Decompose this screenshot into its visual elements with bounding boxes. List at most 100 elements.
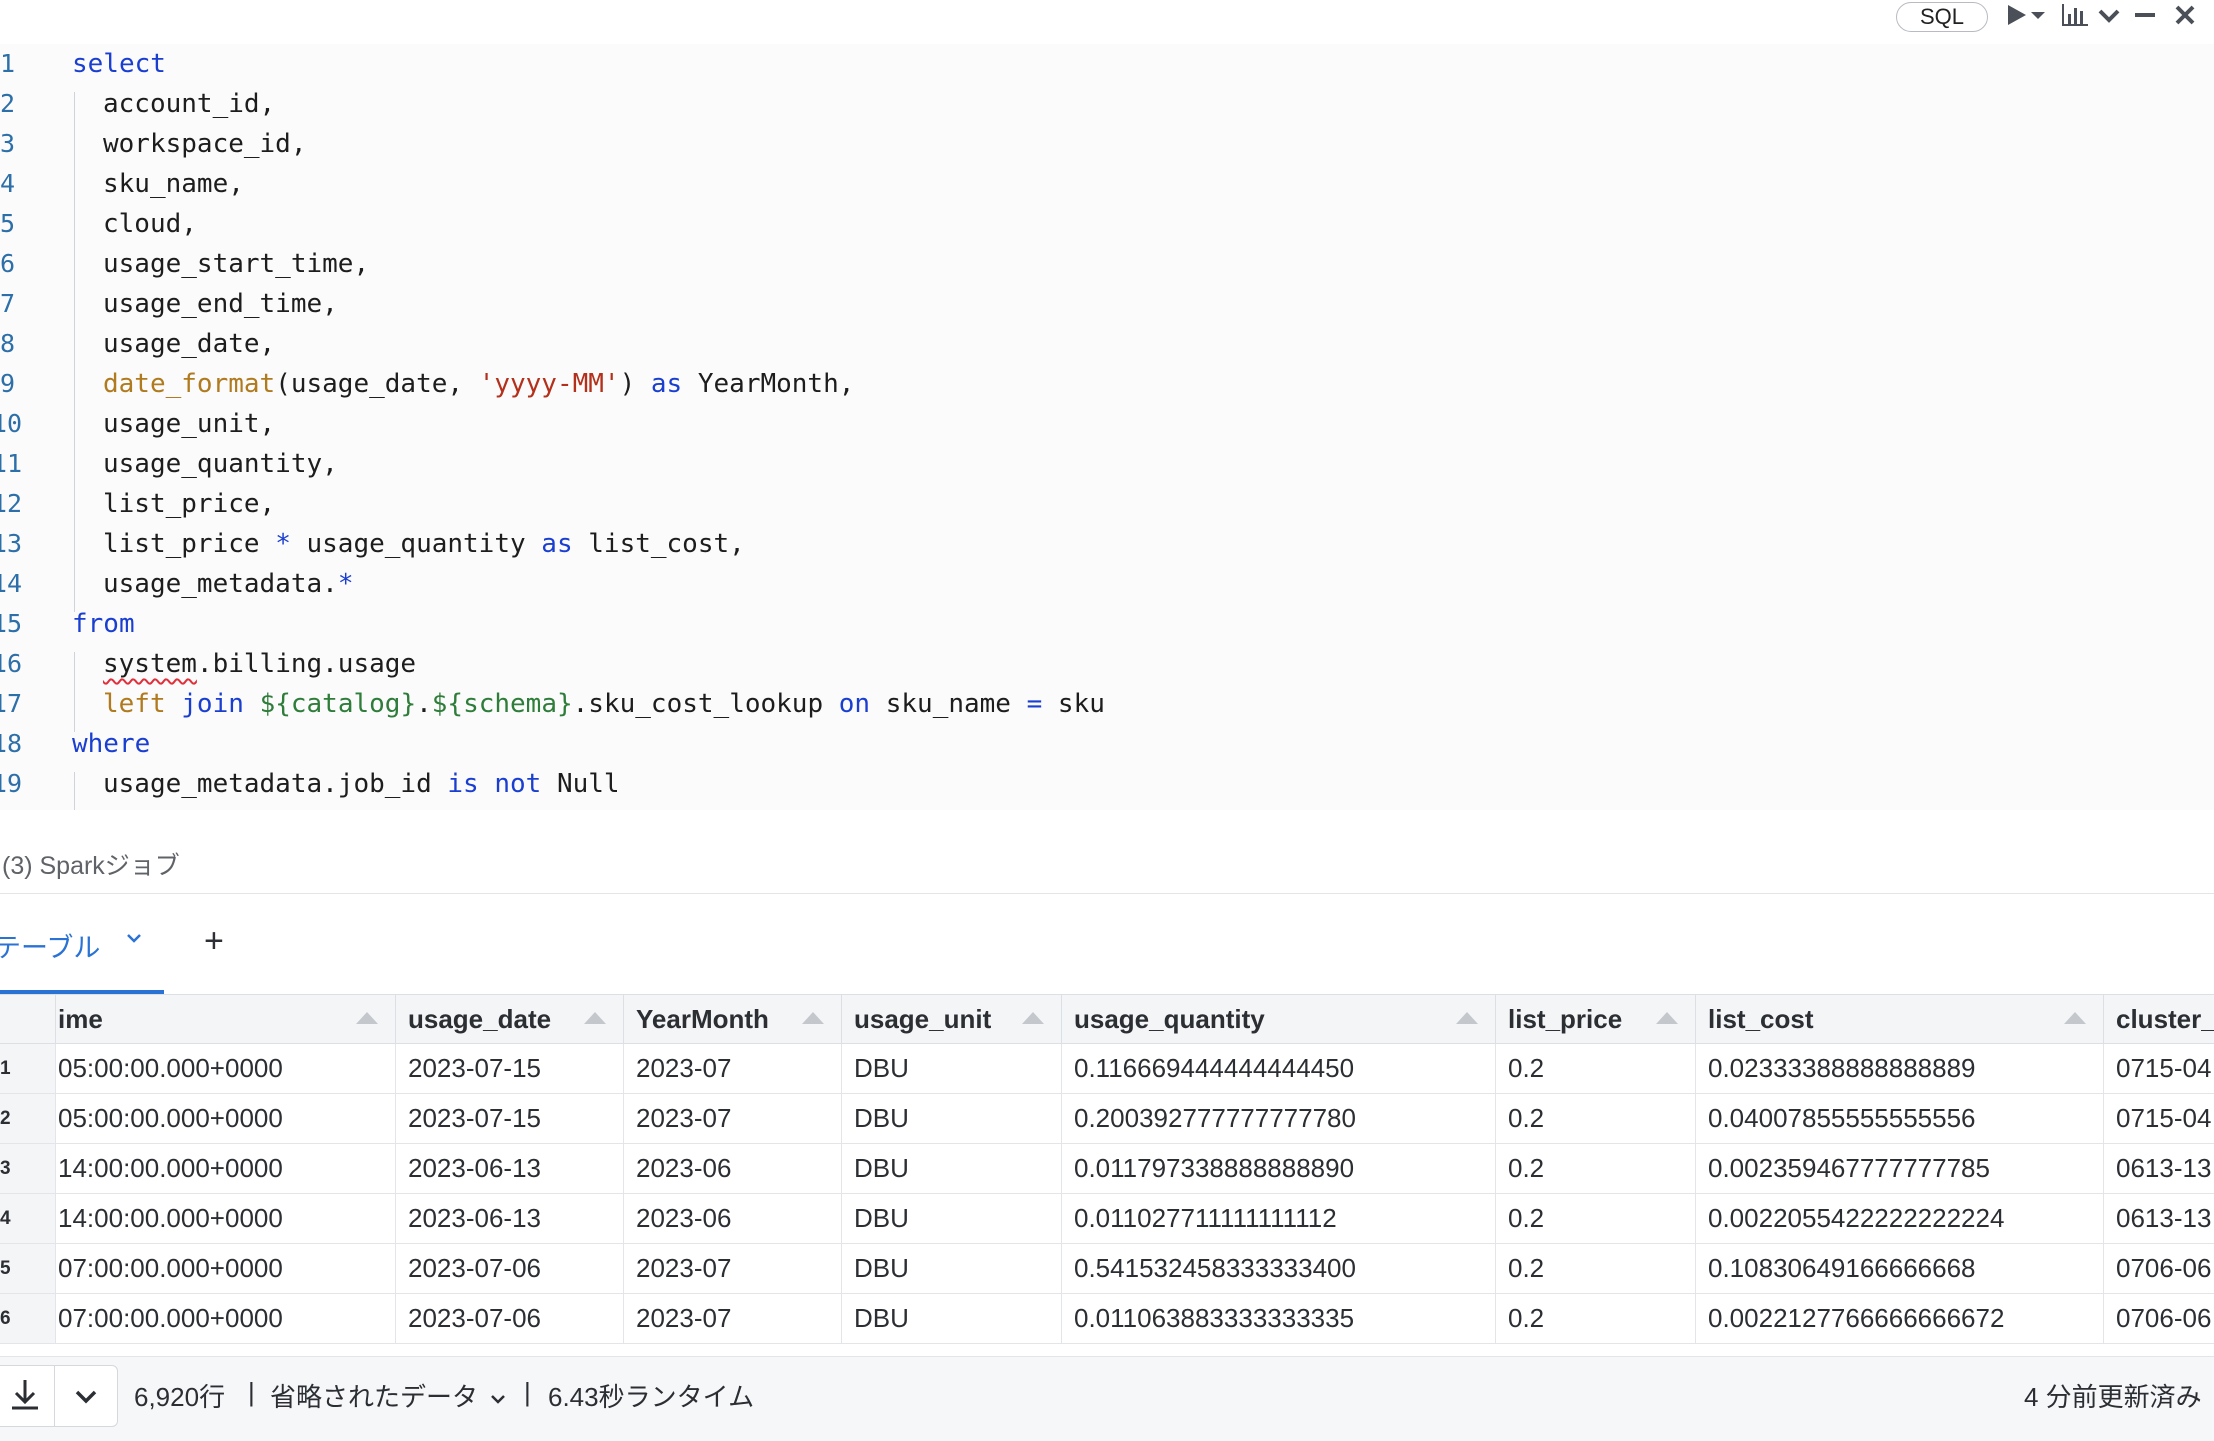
table-cell[interactable]: 14:00:00.000+0000 — [56, 1144, 396, 1193]
code-line[interactable]: 18 where — [0, 724, 2214, 764]
table-cell[interactable]: 0.116669444444444450 — [1062, 1044, 1496, 1093]
table-cell[interactable]: 2023-06 — [624, 1144, 842, 1193]
table-cell[interactable]: DBU — [842, 1294, 1062, 1343]
code-line[interactable]: 4 sku_name, — [0, 164, 2214, 204]
table-cell[interactable]: 14:00:00.000+0000 — [56, 1194, 396, 1243]
table-cell[interactable]: 0613-13 — [2104, 1144, 2214, 1193]
truncated-data-dropdown[interactable]: 省略されたデータ — [270, 1377, 507, 1414]
run-dropdown-icon[interactable] — [2030, 2, 2046, 30]
table-cell[interactable]: 0.2 — [1496, 1094, 1696, 1143]
column-header[interactable]: list_cost — [1696, 995, 2104, 1043]
table-cell[interactable]: 2023-06-13 — [396, 1144, 624, 1193]
table-cell[interactable]: 0.002359467777777785 — [1696, 1144, 2104, 1193]
download-button[interactable] — [0, 1365, 54, 1427]
column-header[interactable]: usage_unit — [842, 995, 1062, 1043]
table-cell[interactable]: 0.541532458333333400 — [1062, 1244, 1496, 1293]
code-line[interactable]: 16 system.billing.usage — [0, 644, 2214, 684]
table-cell[interactable]: 0715-04 — [2104, 1094, 2214, 1143]
code-line[interactable]: 1 select — [0, 44, 2214, 84]
table-row[interactable]: 1 05:00:00.000+0000 2023-07-15 2023-07 DBU 0.… — [0, 1044, 2214, 1094]
code-line[interactable]: 8 usage_date, — [0, 324, 2214, 364]
chart-icon[interactable] — [2060, 2, 2090, 30]
table-cell[interactable]: 05:00:00.000+0000 — [56, 1044, 396, 1093]
column-header[interactable]: YearMonth — [624, 995, 842, 1043]
code-line[interactable]: 10 usage_unit, — [0, 404, 2214, 444]
sort-icon[interactable] — [356, 1012, 378, 1024]
code-line[interactable]: 9 date_format(usage_date, 'yyyy-MM') as Y… — [0, 364, 2214, 404]
column-header[interactable]: cluster_ — [2104, 995, 2214, 1043]
table-cell[interactable]: 0613-13 — [2104, 1194, 2214, 1243]
sort-icon[interactable] — [802, 1012, 824, 1024]
run-icon[interactable] — [2006, 2, 2028, 30]
code-line[interactable]: 17 left join ${catalog}.${schema}.sku_cos… — [0, 684, 2214, 724]
table-cell[interactable]: 0715-04 — [2104, 1044, 2214, 1093]
sort-icon[interactable] — [1456, 1012, 1478, 1024]
code-line[interactable]: 13 list_price * usage_quantity as list_co… — [0, 524, 2214, 564]
table-cell[interactable]: 2023-07-15 — [396, 1094, 624, 1143]
table-cell[interactable]: 0.0022055422222222224 — [1696, 1194, 2104, 1243]
table-cell[interactable]: 2023-07-06 — [396, 1244, 624, 1293]
table-cell[interactable]: 2023-07 — [624, 1244, 842, 1293]
sort-icon[interactable] — [2064, 1012, 2086, 1024]
column-header[interactable]: list_price — [1496, 995, 1696, 1043]
table-cell[interactable]: 0.200392777777777780 — [1062, 1094, 1496, 1143]
table-cell[interactable]: 0.04007855555555556 — [1696, 1094, 2104, 1143]
code-editor[interactable]: 1 select 2 account_id, 3 workspace_id, 4 sku_na… — [0, 44, 2214, 810]
table-cell[interactable]: 0.011027711111111112 — [1062, 1194, 1496, 1243]
code-line[interactable]: 7 usage_end_time, — [0, 284, 2214, 324]
language-badge[interactable]: SQL — [1896, 2, 1988, 32]
code-line[interactable]: 6 usage_start_time, — [0, 244, 2214, 284]
table-cell[interactable]: 05:00:00.000+0000 — [56, 1094, 396, 1143]
code-line[interactable]: 11 usage_quantity, — [0, 444, 2214, 484]
table-cell[interactable]: 2023-06-13 — [396, 1194, 624, 1243]
table-cell[interactable]: 2023-07 — [624, 1294, 842, 1343]
table-cell[interactable]: 2023-07 — [624, 1094, 842, 1143]
table-cell[interactable]: 0.2 — [1496, 1244, 1696, 1293]
column-header[interactable]: ime — [56, 995, 396, 1043]
code-line[interactable]: 15 from — [0, 604, 2214, 644]
sort-icon[interactable] — [1656, 1012, 1678, 1024]
column-header[interactable]: usage_quantity — [1062, 995, 1496, 1043]
table-cell[interactable]: 0.0022127766666666672 — [1696, 1294, 2104, 1343]
download-options-button[interactable] — [54, 1365, 118, 1427]
table-cell[interactable]: 0.2 — [1496, 1144, 1696, 1193]
table-cell[interactable]: 0706-06 — [2104, 1244, 2214, 1293]
table-cell[interactable]: DBU — [842, 1044, 1062, 1093]
tab-table[interactable]: テーブル — [0, 926, 100, 965]
add-tab-button[interactable]: + — [204, 922, 224, 961]
table-row[interactable]: 2 05:00:00.000+0000 2023-07-15 2023-07 DBU 0.… — [0, 1094, 2214, 1144]
sort-icon[interactable] — [1022, 1012, 1044, 1024]
close-icon[interactable] — [2174, 2, 2196, 30]
table-cell[interactable]: DBU — [842, 1144, 1062, 1193]
chevron-down-icon[interactable] — [124, 928, 144, 954]
table-cell[interactable]: 0.2 — [1496, 1044, 1696, 1093]
code-line[interactable]: 14 usage_metadata.* — [0, 564, 2214, 604]
code-line[interactable]: 19 usage_metadata.job_id is not Null — [0, 764, 2214, 804]
minimize-icon[interactable] — [2134, 2, 2156, 30]
code-line[interactable]: 5 cloud, — [0, 204, 2214, 244]
table-cell[interactable]: 0.02333388888888889 — [1696, 1044, 2104, 1093]
table-cell[interactable]: DBU — [842, 1194, 1062, 1243]
collapse-icon[interactable] — [2096, 2, 2122, 30]
table-row[interactable]: 5 07:00:00.000+0000 2023-07-06 2023-07 DBU 0.… — [0, 1244, 2214, 1294]
column-header[interactable]: usage_date — [396, 995, 624, 1043]
table-row[interactable]: 3 14:00:00.000+0000 2023-06-13 2023-06 DBU 0.… — [0, 1144, 2214, 1194]
table-cell[interactable]: 0.011797338888888890 — [1062, 1144, 1496, 1193]
table-cell[interactable]: 0.011063883333333335 — [1062, 1294, 1496, 1343]
code-line[interactable]: 3 workspace_id, — [0, 124, 2214, 164]
sort-icon[interactable] — [584, 1012, 606, 1024]
table-cell[interactable]: 0.2 — [1496, 1194, 1696, 1243]
table-cell[interactable]: 07:00:00.000+0000 — [56, 1294, 396, 1343]
code-line[interactable]: 2 account_id, — [0, 84, 2214, 124]
table-cell[interactable]: 0.10830649166666668 — [1696, 1244, 2104, 1293]
table-cell[interactable]: 2023-07-15 — [396, 1044, 624, 1093]
table-row[interactable]: 6 07:00:00.000+0000 2023-07-06 2023-07 DBU 0.… — [0, 1294, 2214, 1344]
table-cell[interactable]: 2023-07-06 — [396, 1294, 624, 1343]
table-cell[interactable]: 0.2 — [1496, 1294, 1696, 1343]
table-cell[interactable]: DBU — [842, 1244, 1062, 1293]
table-cell[interactable]: 2023-06 — [624, 1194, 842, 1243]
code-line[interactable]: 12 list_price, — [0, 484, 2214, 524]
table-cell[interactable]: 07:00:00.000+0000 — [56, 1244, 396, 1293]
table-row[interactable]: 4 14:00:00.000+0000 2023-06-13 2023-06 DBU 0.… — [0, 1194, 2214, 1244]
table-cell[interactable]: DBU — [842, 1094, 1062, 1143]
